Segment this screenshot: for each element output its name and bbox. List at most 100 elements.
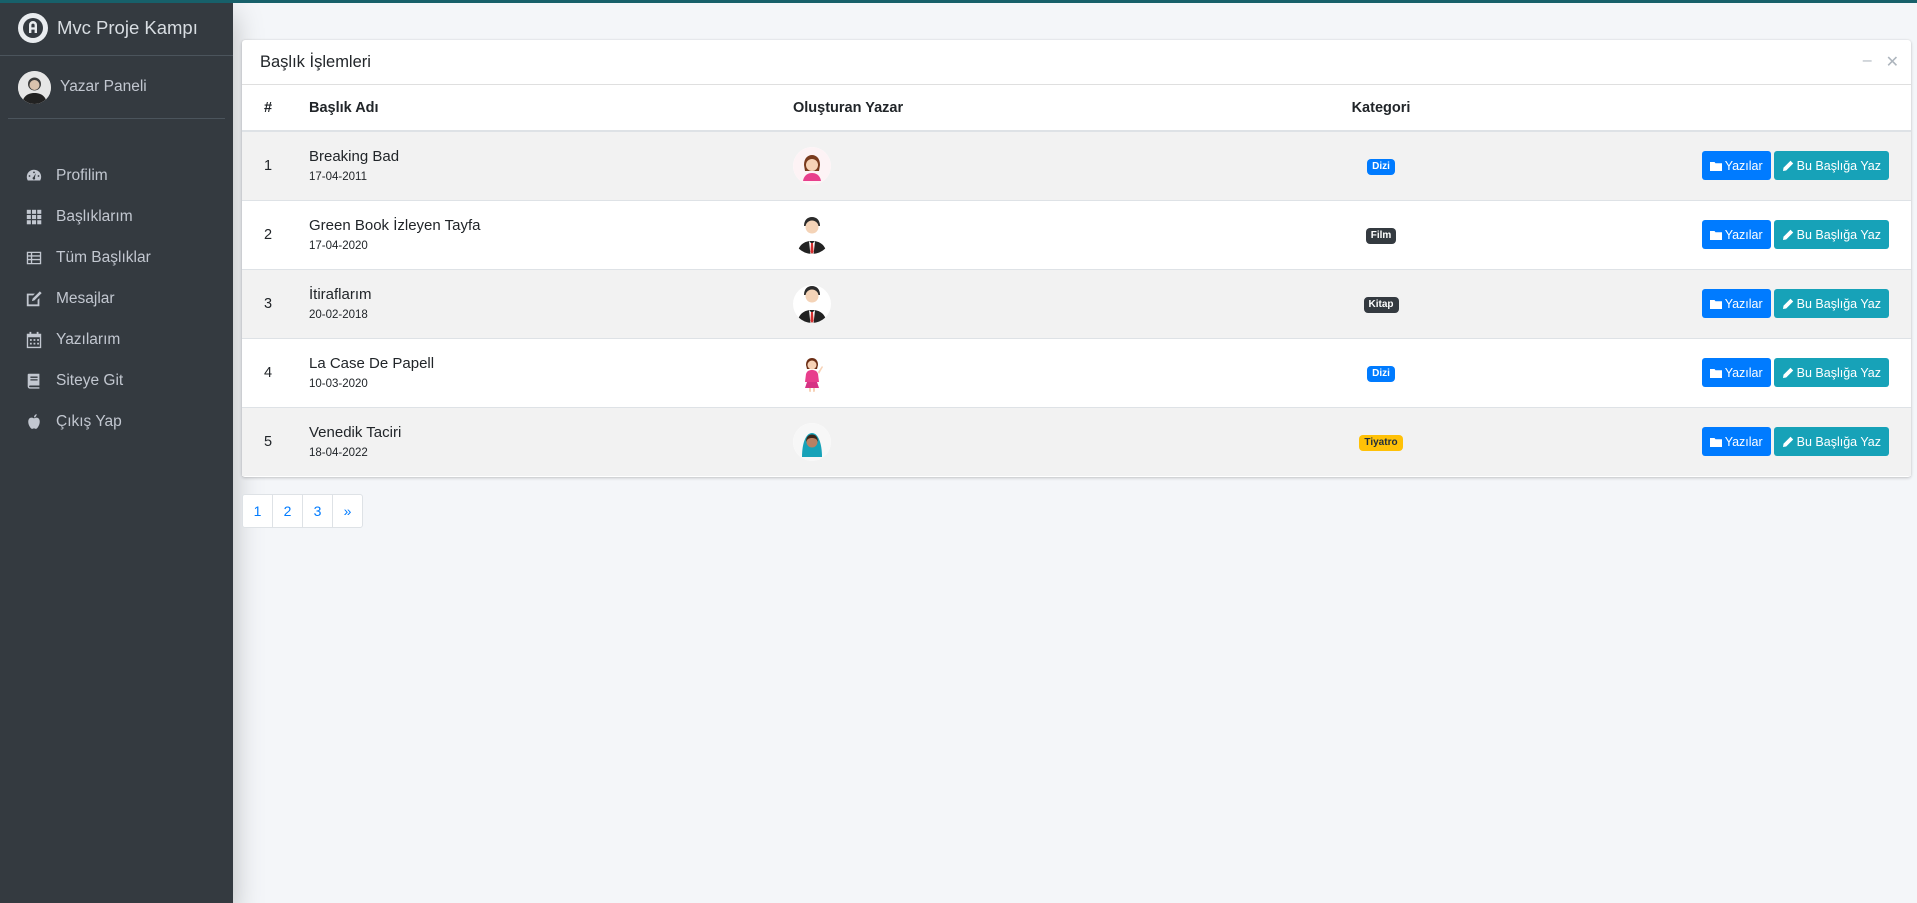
author-cell [781,199,1231,269]
calendar-icon [24,330,44,350]
woman-avatar-icon [793,146,831,185]
actions-cell: Yazılar Bu Başlığa Yaz [1531,406,1911,476]
close-icon[interactable]: ✕ [1886,52,1899,72]
write-title-button[interactable]: Bu Başlığa Yaz [1773,220,1889,249]
write-title-button-label: Bu Başlığa Yaz [1796,158,1881,173]
pencil-icon [1782,436,1793,447]
row-number: 3 [242,268,291,338]
minimize-icon[interactable]: – [1863,52,1872,72]
sidebar-item-mesajlar[interactable]: Mesajlar [0,278,233,319]
sidebar-item-cikis-yap[interactable]: Çıkış Yap [0,401,233,442]
write-title-button[interactable]: Bu Başlığa Yaz [1773,151,1889,181]
card-tools: – ✕ [1863,52,1899,72]
pencil-icon [1782,160,1793,171]
posts-button-label: Yazılar [1724,434,1763,449]
write-title-button-label: Bu Başlığa Yaz [1796,296,1881,311]
page-link-3[interactable]: 3 [302,494,333,528]
posts-button[interactable]: Yazılar [1701,220,1771,249]
posts-button[interactable]: Yazılar [1701,151,1771,181]
posts-button-label: Yazılar [1724,365,1763,380]
column-header-title: Başlık Adı [291,85,781,132]
title-name: Breaking Bad [309,148,400,166]
category-badge: Tiyatro [1359,434,1403,451]
column-header-author: Oluşturan Yazar [781,85,1231,132]
title-cell: İtiraflarım 20-02-2018 [291,268,781,338]
title-date: 17-04-2020 [309,240,368,252]
sidebar-item-label: Mesajlar [56,289,115,307]
actions-cell: Yazılar Bu Başlığa Yaz [1531,268,1911,338]
page-next-link[interactable]: » [332,494,363,528]
posts-button-label: Yazılar [1724,158,1763,173]
pencil-icon [1782,298,1793,309]
title-date: 10-03-2020 [309,378,368,390]
row-number: 2 [242,199,291,269]
write-title-button[interactable]: Bu Başlığa Yaz [1773,358,1889,387]
sidebar-item-label: Profilim [56,166,108,184]
posts-button-label: Yazılar [1724,296,1763,311]
sidebar-item-label: Çıkış Yap [56,412,122,430]
sidebar-item-label: Başlıklarım [56,207,133,225]
sidebar: Mvc Proje Kampı Yazar Paneli Profilim Ba… [0,0,233,903]
category-badge: Dizi [1367,158,1395,175]
sidebar-item-label: Siteye Git [56,371,124,389]
actions-cell: Yazılar Bu Başlığa Yaz [1531,130,1911,200]
brand-link[interactable]: Mvc Proje Kampı [0,0,233,56]
actions-cell: Yazılar Bu Başlığa Yaz [1531,199,1911,269]
card-header: Başlık İşlemleri – ✕ [242,40,1911,85]
title-name: Green Book İzleyen Tayfa [309,217,481,234]
table-row: 1 Breaking Bad 17-04-2011 Dizi Yazılar B… [242,130,1911,200]
sidebar-item-tum-basliklar[interactable]: Tüm Başlıklar [0,237,233,278]
title-name: La Case De Papell [309,355,435,372]
sidebar-item-basliklarim[interactable]: Başlıklarım [0,196,233,237]
sidebar-item-siteye-git[interactable]: Siteye Git [0,360,233,401]
folder-icon [1709,368,1722,378]
pencil-icon [1782,367,1793,378]
user-avatar [18,70,51,104]
posts-button[interactable]: Yazılar [1701,427,1771,457]
list-icon [24,248,44,268]
brand-logo-icon [18,12,48,43]
top-accent-line [0,0,1917,3]
column-header-category: Kategori [1231,85,1531,132]
sidebar-nav: Profilim Başlıklarım Tüm Başlıklar Mesaj… [0,155,233,442]
category-cell: Dizi [1231,130,1531,200]
sidebar-item-profilim[interactable]: Profilim [0,155,233,196]
category-badge: Film [1365,227,1397,244]
folder-icon [1709,437,1722,447]
apple-icon [24,412,44,432]
sidebar-item-yazilarim[interactable]: Yazılarım [0,319,233,360]
write-title-button[interactable]: Bu Başlığa Yaz [1773,289,1889,318]
title-date: 18-04-2022 [309,447,368,460]
actions-cell: Yazılar Bu Başlığa Yaz [1531,337,1911,407]
row-number: 4 [242,337,291,407]
posts-button[interactable]: Yazılar [1701,358,1771,387]
title-date: 20-02-2018 [309,309,368,321]
table-row: 4 La Case De Papell 10-03-2020 Dizi Yazı… [242,337,1911,407]
page-link-1[interactable]: 1 [242,494,273,528]
category-cell: Tiyatro [1231,406,1531,476]
title-date: 17-04-2011 [309,171,367,184]
woman-waving-avatar-icon [793,353,831,392]
book-icon [24,371,44,391]
posts-button-label: Yazılar [1724,227,1763,242]
woman-hijab-avatar-icon [793,422,831,461]
title-cell: Green Book İzleyen Tayfa 17-04-2020 [291,199,781,269]
grid-icon [24,207,44,227]
pencil-icon [1782,229,1793,240]
sidebar-item-label: Yazılarım [56,330,121,348]
man-suit-avatar-icon [793,215,831,254]
title-cell: Venedik Taciri 18-04-2022 [291,406,781,476]
pagination: 1 2 3 » [242,494,363,528]
page-link-2[interactable]: 2 [272,494,303,528]
folder-icon [1709,230,1722,240]
folder-icon [1709,299,1722,309]
posts-button[interactable]: Yazılar [1701,289,1771,318]
titles-table: # Başlık Adı Oluşturan Yazar Kategori 1 … [242,85,1911,476]
write-title-button[interactable]: Bu Başlığa Yaz [1773,427,1889,457]
write-title-button-label: Bu Başlığa Yaz [1796,365,1881,380]
row-number: 5 [242,406,291,476]
edit-icon [24,289,44,309]
user-panel[interactable]: Yazar Paneli [8,56,225,119]
table-header-row: # Başlık Adı Oluşturan Yazar Kategori [242,85,1911,132]
title-name: İtiraflarım [309,286,372,303]
